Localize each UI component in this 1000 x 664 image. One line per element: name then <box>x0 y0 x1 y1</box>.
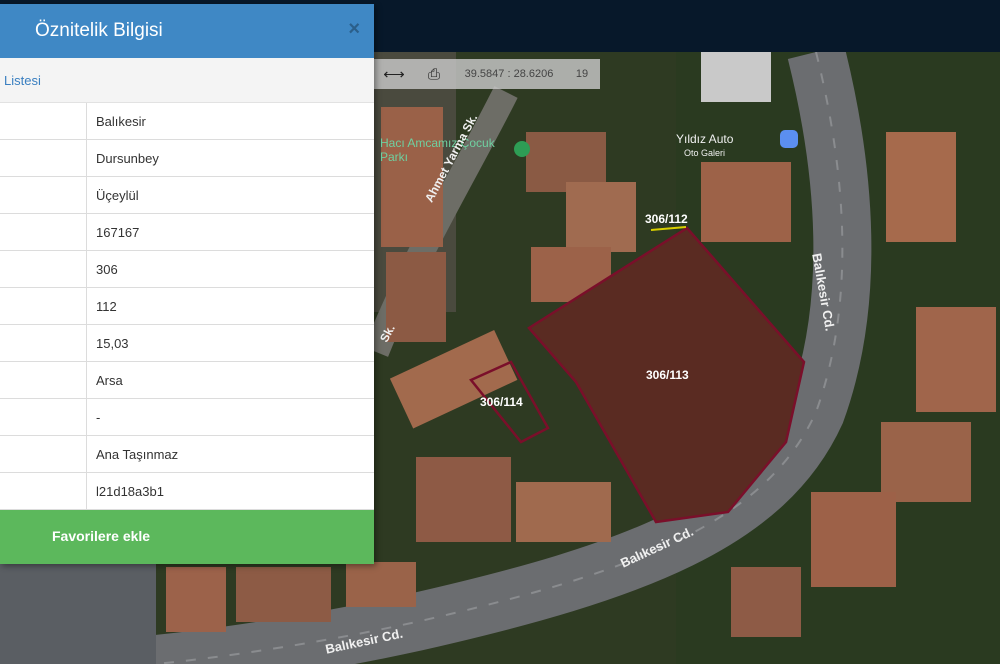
table-row: - <box>0 399 374 436</box>
poi-label-galeri: Oto Galeri <box>684 148 726 158</box>
measure-icon[interactable]: ⟷ <box>374 65 414 83</box>
print-icon[interactable]: ⎙ <box>414 66 454 83</box>
panel-subheader: Listesi <box>0 58 374 103</box>
value-cell: 112 <box>96 299 117 314</box>
value-cell: - <box>96 410 101 425</box>
table-row: 15,03 <box>0 325 374 362</box>
table-row: l21d18a3b1 <box>0 473 374 510</box>
parcel-label-306-114[interactable]: 306/114 <box>480 395 523 409</box>
label-cell <box>0 140 87 176</box>
value-cell: 15,03 <box>96 336 129 351</box>
coordinates-readout: 39.5847 : 28.6206 <box>464 68 554 80</box>
table-row: 112 <box>0 288 374 325</box>
panel-header: Öznitelik Bilgisi × <box>0 4 374 58</box>
value-cell: Dursunbey <box>96 151 159 166</box>
label-cell <box>0 473 87 509</box>
list-link[interactable]: Listesi <box>4 73 41 88</box>
panel-title: Öznitelik Bilgisi <box>35 20 163 41</box>
label-cell <box>0 214 87 250</box>
poi-label-auto: Yıldız Auto <box>676 132 734 146</box>
table-row: Dursunbey <box>0 140 374 177</box>
label-cell <box>0 177 87 213</box>
favorite-button-label: Favorilere ekle <box>52 528 151 544</box>
attribute-table: Balıkesir Dursunbey Üçeylül 167167 306 1… <box>0 103 374 510</box>
poi-label-park: Hacı Amcamız Çocuk Parkı <box>380 136 495 164</box>
label-cell <box>0 251 87 287</box>
label-cell <box>0 288 87 324</box>
parcel-label-306-113[interactable]: 306/113 <box>646 368 689 382</box>
value-cell: 167167 <box>96 225 140 240</box>
label-cell <box>0 399 87 435</box>
map-toolbar: ⟷ ⎙ 39.5847 : 28.6206 19 <box>374 59 600 89</box>
table-row: Arsa <box>0 362 374 399</box>
table-row: 167167 <box>0 214 374 251</box>
value-cell: 306 <box>96 262 118 277</box>
table-row: 306 <box>0 251 374 288</box>
value-cell: Balıkesir <box>96 114 146 129</box>
value-cell: Ana Taşınmaz <box>96 447 179 462</box>
value-cell: l21d18a3b1 <box>96 484 164 499</box>
parcel-label-306-112[interactable]: 306/112 <box>645 212 688 226</box>
table-row: Ana Taşınmaz <box>0 436 374 473</box>
label-cell <box>0 325 87 361</box>
table-row: Üçeylül <box>0 177 374 214</box>
table-row: Balıkesir <box>0 103 374 140</box>
value-cell: Arsa <box>96 373 123 388</box>
label-cell <box>0 103 87 139</box>
value-cell: Üçeylül <box>96 188 139 203</box>
label-cell <box>0 436 87 472</box>
close-icon[interactable]: × <box>348 18 360 41</box>
label-cell <box>0 362 87 398</box>
attribute-info-panel: Öznitelik Bilgisi × Listesi Balıkesir Du… <box>0 4 374 564</box>
add-to-favorites-button[interactable]: Favorilere ekle <box>0 510 374 564</box>
zoom-level: 19 <box>575 68 589 80</box>
